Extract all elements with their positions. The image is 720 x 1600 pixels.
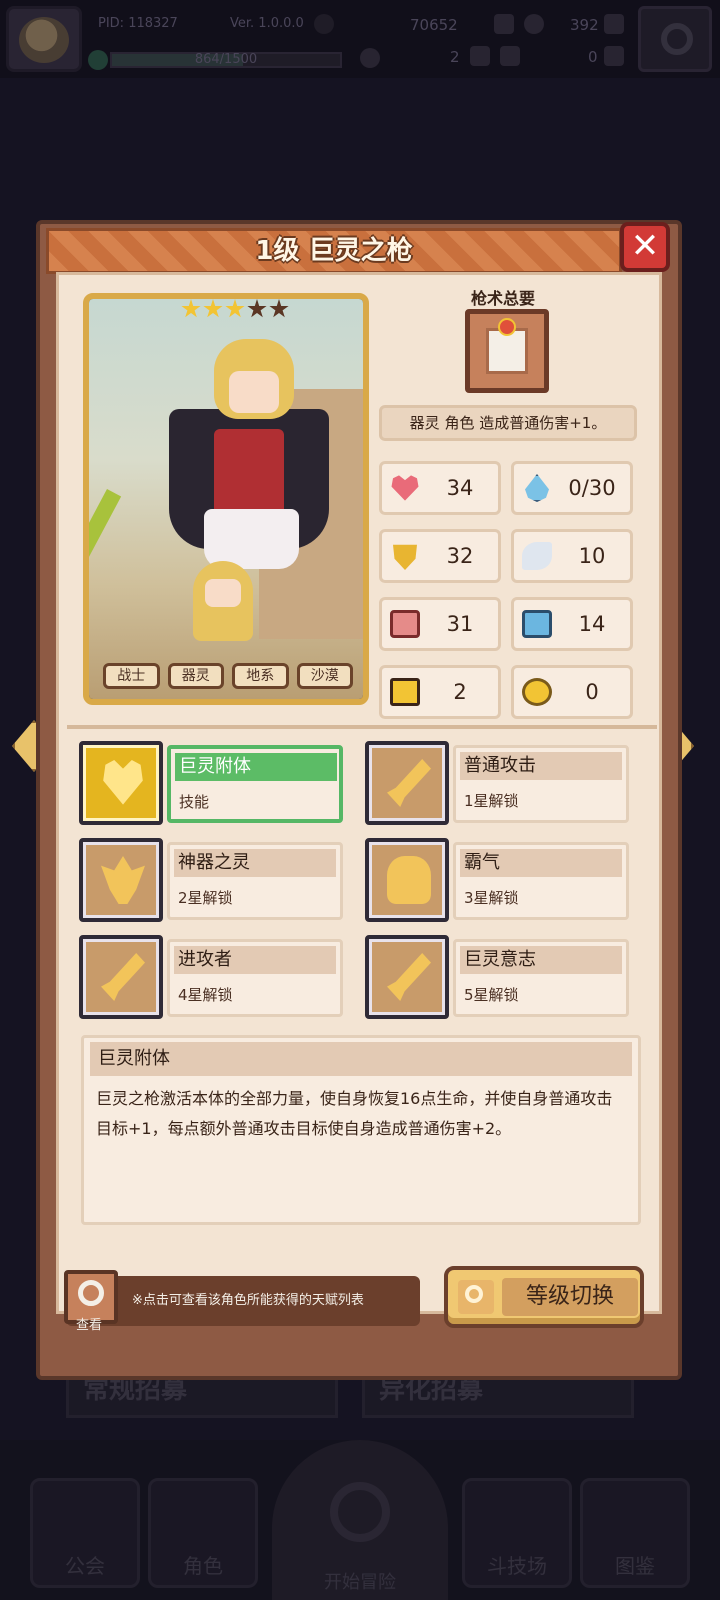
stat-value: 34: [446, 476, 474, 500]
talent-name: 普通攻击: [460, 752, 622, 780]
tag-class[interactable]: 战士: [103, 663, 160, 689]
modal-body: 战士 器灵 地系 沙漠 枪术总要 器灵 角色 造成普通伤害+1。 34 0/30…: [56, 272, 662, 1314]
gem-icon: [498, 318, 516, 336]
character-face: [229, 371, 279, 413]
character-skirt: [204, 509, 299, 569]
talent-sub: 4星解锁: [178, 986, 233, 1004]
spellbook-icon: [522, 610, 552, 638]
stat-value: 2: [453, 680, 467, 704]
stat-value: 10: [578, 544, 606, 568]
magnifier-icon: [78, 1280, 104, 1306]
fist-icon: [390, 610, 420, 638]
talent-name: 神器之灵: [174, 849, 336, 877]
talent-name: 巨灵意志: [460, 946, 622, 974]
stat-magic[interactable]: 14: [511, 597, 633, 651]
heart-emblem-icon: [103, 759, 143, 805]
talent-name: 进攻者: [174, 946, 336, 974]
talent-icon: [79, 935, 163, 1019]
section-divider: [67, 725, 657, 729]
crown-icon: [101, 856, 145, 904]
sword-icon: [387, 759, 431, 807]
talent-card: 巨灵附体技能: [167, 745, 343, 823]
wing-icon: [522, 542, 552, 570]
star-icon: [225, 299, 245, 318]
modal-title: 1级 巨灵之枪: [255, 236, 413, 266]
magnifier-icon: [465, 1285, 483, 1303]
star-icon: [247, 299, 267, 318]
character-portrait: 战士 器灵 地系 沙漠: [83, 293, 369, 705]
water-drop-icon: [525, 474, 549, 502]
talent-card: 普通攻击 1星解锁: [453, 745, 629, 823]
star-icon: [269, 299, 289, 318]
chibi-character: [193, 561, 253, 641]
heart-icon: [391, 475, 419, 501]
talent-card: 霸气 3星解锁: [453, 842, 629, 920]
close-button[interactable]: ✕: [620, 222, 670, 272]
character-detail-modal: 1级 巨灵之枪 ✕ 战士 器灵 地系 沙漠 枪术总要 器灵 角色 造成普通伤害+…: [36, 220, 682, 1380]
talent-icon: [365, 935, 449, 1019]
stat-value: 32: [446, 544, 474, 568]
stat-hp[interactable]: 34: [379, 461, 501, 515]
clock-icon: [522, 678, 552, 706]
talent-card: 巨灵意志 5星解锁: [453, 939, 629, 1017]
stat-cards[interactable]: 2: [379, 665, 501, 719]
talent-sub: 技能: [179, 793, 210, 811]
stat-value: 0/30: [568, 476, 616, 500]
tag-type[interactable]: 器灵: [167, 663, 224, 689]
talent-list-hint[interactable]: ※点击可查看该角色所能获得的天赋列表: [64, 1270, 420, 1326]
stat-cooldown[interactable]: 0: [511, 665, 633, 719]
talent-artifact-spirit[interactable]: 神器之灵 2星解锁: [79, 838, 343, 924]
talent-name: 巨灵附体: [175, 753, 337, 781]
skill-book-button[interactable]: [465, 309, 549, 393]
detail-text: 巨灵之枪激活本体的全部力量，使自身恢复16点生命，并使自身普通攻击目标+1，每点…: [96, 1089, 613, 1138]
stat-defense[interactable]: 32: [379, 529, 501, 583]
talent-icon: [79, 838, 163, 922]
talent-giant-spirit[interactable]: 巨灵附体技能: [79, 741, 343, 827]
star-icon: [203, 299, 223, 318]
talent-icon: [365, 741, 449, 825]
talent-name: 霸气: [460, 849, 622, 877]
stat-attack[interactable]: 31: [379, 597, 501, 651]
level-switch-label: 等级切换: [502, 1278, 638, 1316]
view-label: 查看: [76, 1318, 103, 1333]
title-bar: 1级 巨灵之枪: [46, 228, 622, 274]
chibi-face: [205, 579, 241, 607]
level-switch-button[interactable]: 等级切换: [444, 1266, 644, 1328]
helmet-icon: [387, 856, 431, 904]
card-icon: [390, 678, 420, 706]
stat-value: 14: [578, 612, 606, 636]
star-rating: [181, 299, 291, 321]
effect-description: 器灵 角色 造成普通伤害+1。: [379, 405, 637, 441]
sword-icon: [101, 953, 145, 1001]
talent-giant-will[interactable]: 巨灵意志 5星解锁: [365, 935, 629, 1021]
tag-region[interactable]: 沙漠: [296, 663, 353, 689]
talent-detail-panel: 巨灵附体 巨灵之枪激活本体的全部力量，使自身恢复16点生命，并使自身普通攻击目标…: [81, 1035, 641, 1225]
talent-icon: [365, 838, 449, 922]
talent-sub: 1星解锁: [464, 792, 519, 810]
star-icon: [181, 299, 201, 318]
detail-title: 巨灵附体: [90, 1042, 632, 1076]
talent-sub: 3星解锁: [464, 889, 519, 907]
stat-speed[interactable]: 10: [511, 529, 633, 583]
tag-element[interactable]: 地系: [232, 663, 289, 689]
talent-icon: [79, 741, 163, 825]
talent-card: 进攻者 4星解锁: [167, 939, 343, 1017]
sword-icon: [387, 953, 431, 1001]
talent-card: 神器之灵 2星解锁: [167, 842, 343, 920]
skill-book-label: 枪术总要: [471, 289, 536, 308]
talent-attacker[interactable]: 进攻者 4星解锁: [79, 935, 343, 1021]
talent-domineering[interactable]: 霸气 3星解锁: [365, 838, 629, 924]
level-icon: [458, 1280, 494, 1314]
trait-tags: 战士 器灵 地系 沙漠: [103, 663, 353, 689]
stat-value: 31: [446, 612, 474, 636]
talent-normal-attack[interactable]: 普通攻击 1星解锁: [365, 741, 629, 827]
stat-value: 0: [585, 680, 599, 704]
stat-mana[interactable]: 0/30: [511, 461, 633, 515]
talent-sub: 2星解锁: [178, 889, 233, 907]
shield-icon: [393, 544, 417, 570]
hint-text: ※点击可查看该角色所能获得的天赋列表: [132, 1293, 364, 1308]
talent-sub: 5星解锁: [464, 986, 519, 1004]
character-art: [159, 339, 329, 569]
